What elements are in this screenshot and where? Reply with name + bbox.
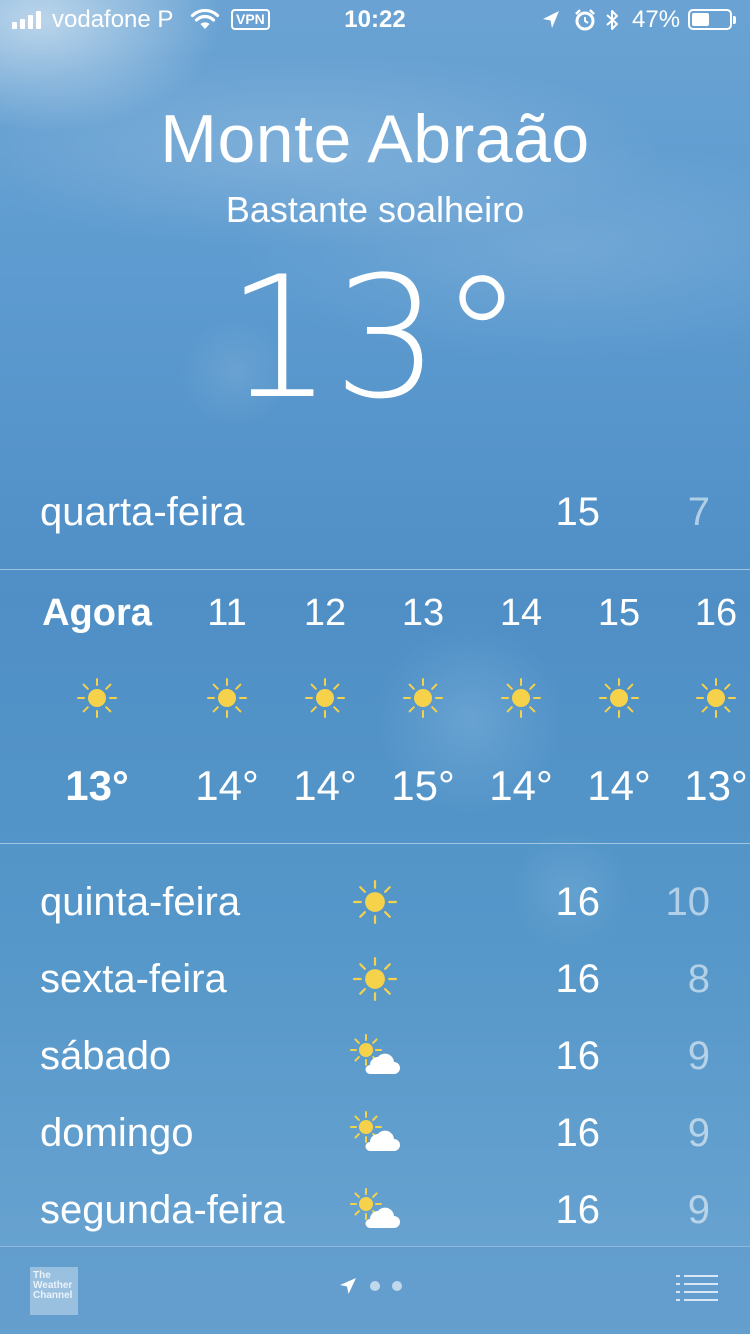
city-name: Monte Abraão [160,101,590,177]
city-list-icon[interactable] [676,1273,718,1303]
day-name: segunda-feira [40,1188,285,1232]
sun-icon [403,678,443,718]
day-name: domingo [40,1111,194,1155]
sun-icon [696,678,736,718]
divider [0,843,750,844]
daily-row: domingo 16 9 [0,1097,750,1173]
hour-label: Agora [42,592,152,634]
day-low: 10 [665,880,711,924]
today-day: quarta-feira [40,490,245,534]
daily-row: quinta-feira 16 10 [0,866,750,942]
weather-condition: Bastante soalheiro [225,189,525,230]
day-name: sábado [40,1034,172,1078]
day-low: 9 [687,1034,710,1078]
today-summary: quarta-feira 15 7 [0,480,750,568]
hourly-item: 16 13° [656,570,750,842]
partly-cloudy-icon [350,1188,400,1232]
sun-icon [599,678,639,718]
status-bar: vodafone P VPN 10:22 47% [0,0,750,40]
alarm-icon [575,9,595,31]
sun-icon [305,678,345,718]
daily-row: segunda-feira 16 9 [0,1174,750,1250]
day-high: 16 [555,957,601,1001]
location-services-icon [543,11,559,28]
sun-icon [207,678,247,718]
day-name: sexta-feira [40,957,227,1001]
sun-icon [501,678,541,718]
page-indicator[interactable] [338,1276,402,1296]
current-location-page-icon [340,1278,356,1294]
bottom-toolbar: The Weather Channel [0,1246,750,1334]
sun-icon [350,957,400,1001]
current-temperature: 13° [226,240,524,436]
today-high: 15 [555,490,601,534]
day-low: 9 [687,1188,710,1232]
day-name: quinta-feira [40,880,241,924]
partly-cloudy-icon [350,1111,400,1155]
hourly-forecast[interactable]: Agora 13° 11 14° 12 14° 13 15° 14 14° 15 14° 16 13° [0,570,750,842]
battery-icon [688,9,736,30]
hour-temperature: 13° [684,762,748,809]
day-high: 16 [555,1188,601,1232]
sun-icon [77,678,117,718]
day-low: 9 [687,1111,710,1155]
partly-cloudy-icon [350,1034,400,1078]
hour-label: 16 [694,592,738,634]
day-high: 16 [555,1034,601,1078]
day-high: 16 [555,1111,601,1155]
weather-channel-logo[interactable]: The Weather Channel [30,1267,78,1315]
day-high: 16 [555,880,601,924]
battery-percentage: 47% [632,6,681,33]
day-low: 8 [687,957,710,1001]
bluetooth-icon [606,10,618,30]
hour-temperature: 13° [65,762,129,809]
page-dot [392,1281,402,1291]
hourly-item: Agora 13° [37,570,157,842]
page-dot [370,1281,380,1291]
today-low: 7 [687,490,710,534]
daily-row: sábado 16 9 [0,1020,750,1096]
sun-icon [350,880,400,924]
daily-row: sexta-feira 16 8 [0,943,750,1019]
